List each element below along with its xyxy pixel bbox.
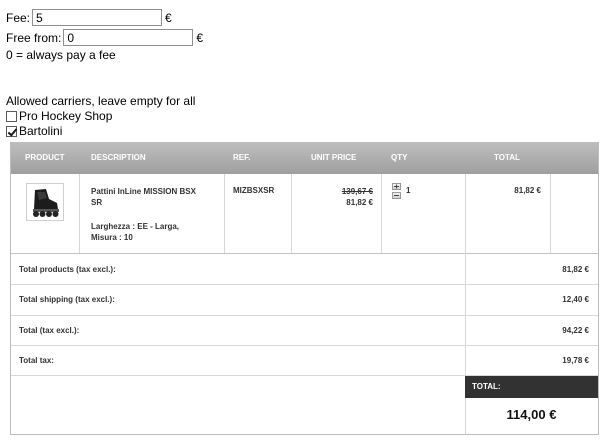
product-name-line2: SR <box>91 198 103 207</box>
product-qty: 1 <box>406 186 411 195</box>
divider <box>291 174 292 253</box>
product-thumbnail[interactable] <box>26 183 64 221</box>
header-total: TOTAL <box>494 153 520 162</box>
qty-increase-button[interactable] <box>392 183 401 190</box>
product-name[interactable]: Pattini InLine MISSION BSX SR <box>91 186 219 208</box>
grand-total-value: 114,00 € <box>506 407 557 422</box>
free-from-currency: € <box>196 30 204 45</box>
skate-image <box>33 189 59 217</box>
minus-icon <box>394 195 399 196</box>
product-name-line1: Pattini InLine MISSION BSX <box>91 187 196 196</box>
divider <box>224 174 225 253</box>
qty-decrease-button[interactable] <box>392 192 401 199</box>
product-attributes: Larghezza : EE - Larga, Misura : 10 <box>91 221 219 243</box>
divider <box>11 253 598 254</box>
carrier-label: Bartolini <box>19 124 63 138</box>
fee-row: Fee: € <box>6 9 172 26</box>
grand-total-header: TOTAL: <box>465 376 598 398</box>
old-price: 139,67 € <box>341 187 373 196</box>
total-products-label: Total products (tax excl.): <box>19 265 116 274</box>
header-unit-price: UNIT PRICE <box>311 153 357 162</box>
cart-summary-table: PRODUCT DESCRIPTION REF. UNIT PRICE QTY … <box>10 142 599 435</box>
fee-hint: 0 = always pay a fee <box>6 47 116 63</box>
divider <box>79 174 80 253</box>
fee-label: Fee: <box>6 10 31 25</box>
total-excl-value: 94,22 € <box>562 326 589 335</box>
free-from-label: Free from: <box>6 30 62 45</box>
header-description: DESCRIPTION <box>91 153 146 162</box>
divider <box>11 315 598 316</box>
carrier-label: Pro Hockey Shop <box>19 109 113 123</box>
fee-hint-text: 0 = always pay a fee <box>6 48 116 62</box>
header-qty: QTY <box>391 153 408 162</box>
plus-icon <box>394 184 399 189</box>
header-product: PRODUCT <box>25 153 65 162</box>
product-total: 81,82 € <box>514 186 541 195</box>
divider <box>381 174 382 253</box>
total-excl-label: Total (tax excl.): <box>19 326 80 335</box>
product-attributes-line2: Misura : 10 <box>91 233 133 242</box>
total-tax-label: Total tax: <box>19 356 54 365</box>
divider <box>465 174 466 253</box>
product-attributes-line1: Larghezza : EE - Larga, <box>91 222 180 231</box>
grand-total-label: TOTAL: <box>472 382 501 391</box>
carriers-title-text: Allowed carriers, leave empty for all <box>6 94 196 108</box>
pro-hockey-shop-checkbox[interactable] <box>6 110 17 122</box>
header-ref: REF. <box>233 153 251 162</box>
carriers-title: Allowed carriers, leave empty for all <box>6 93 195 109</box>
total-tax-value: 19,78 € <box>562 356 589 365</box>
total-shipping-value: 12,40 € <box>562 295 589 304</box>
carrier-item-pro-hockey-shop[interactable]: Pro Hockey Shop <box>6 108 112 124</box>
table-header: PRODUCT DESCRIPTION REF. UNIT PRICE QTY … <box>11 143 598 174</box>
free-from-row: Free from: € <box>6 29 203 46</box>
total-products-value: 81,82 € <box>562 265 589 274</box>
fee-currency: € <box>165 10 172 25</box>
product-ref: MIZBSXSR <box>233 186 275 195</box>
total-shipping-label: Total shipping (tax excl.): <box>19 295 115 304</box>
free-from-input[interactable] <box>63 29 194 46</box>
divider <box>550 174 551 253</box>
bartolini-checkbox[interactable] <box>6 125 17 137</box>
current-price: 81,82 € <box>346 198 373 207</box>
divider <box>11 284 598 285</box>
divider <box>11 345 598 346</box>
fee-input[interactable] <box>32 9 163 26</box>
carrier-item-bartolini[interactable]: Bartolini <box>6 123 62 139</box>
unit-price: 139,67 € 81,82 € <box>301 186 373 208</box>
